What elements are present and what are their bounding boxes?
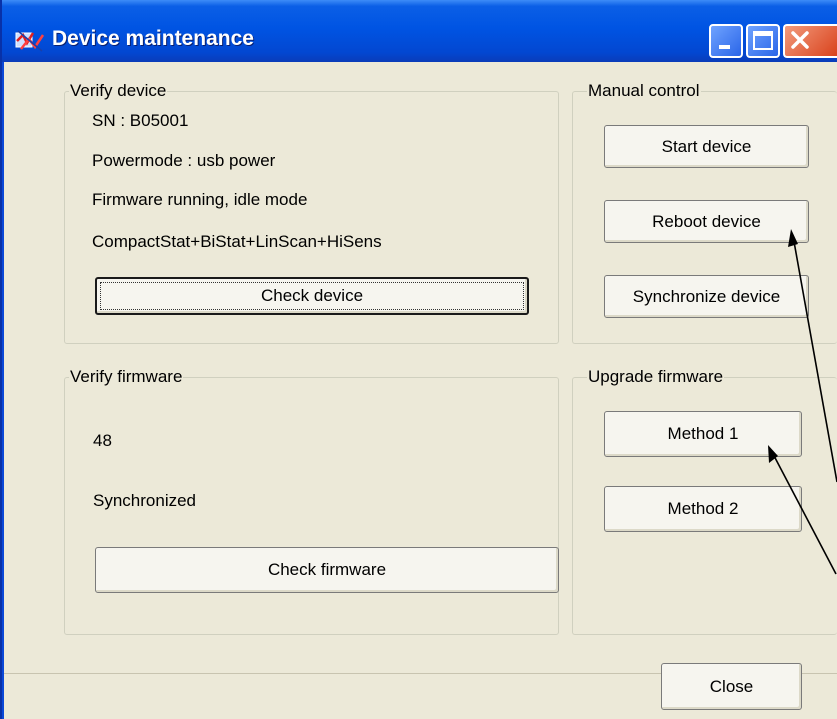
upgrade-firmware-group: Upgrade firmware Method 1 Method 2 [572,367,837,635]
close-button-label: Close [709,676,754,696]
verify-device-legend: Verify device [69,81,168,101]
reboot-device-button[interactable]: Reboot device [604,200,809,243]
method-2-button[interactable]: Method 2 [604,486,802,532]
firmware-version-label: 48 [93,431,112,450]
dialog-body: Verify device SN : B05001 Powermode : us… [4,62,837,719]
firmware-status-label: Synchronized [93,491,197,510]
check-device-button[interactable]: Check device [95,277,529,315]
close-window-button[interactable] [783,24,837,58]
close-button[interactable]: Close [661,663,802,710]
powermode-label: Powermode : usb power [92,151,276,170]
title-bar[interactable]: Device maintenance [2,0,837,62]
window-title: Device maintenance [52,27,254,50]
method-2-button-label: Method 2 [667,499,739,518]
maximize-icon [753,31,773,50]
manual-control-group: Manual control Start device Reboot devic… [572,81,837,344]
verify-firmware-legend: Verify firmware [69,367,184,387]
device-features-label: CompactStat+BiStat+LinScan+HiSens [92,232,382,251]
app-icon [15,30,45,52]
maximize-button[interactable] [746,24,780,58]
check-firmware-button[interactable]: Check firmware [95,547,559,593]
verify-device-group: Verify device SN : B05001 Powermode : us… [64,81,559,344]
synchronize-device-button-label: Synchronize device [632,286,781,306]
synchronize-device-button[interactable]: Synchronize device [604,275,809,318]
start-device-button[interactable]: Start device [604,125,809,168]
manual-control-legend: Manual control [587,81,701,101]
dialog-window: Device maintenance Verify device SN : B0… [0,0,837,719]
upgrade-firmware-legend: Upgrade firmware [587,367,725,387]
device-status-label: Firmware running, idle mode [92,190,308,209]
start-device-button-label: Start device [661,136,752,156]
focus-ring [100,282,524,310]
method-1-button[interactable]: Method 1 [604,411,802,457]
serial-number-label: SN : B05001 [92,111,189,130]
minimize-button[interactable] [709,24,743,58]
minimize-icon [719,45,730,49]
method-1-button-label: Method 1 [667,424,739,443]
reboot-device-button-label: Reboot device [652,211,761,231]
close-icon [791,31,809,49]
verify-firmware-group: Verify firmware 48 Synchronized Check fi… [64,367,559,635]
check-firmware-button-label: Check firmware [267,560,387,579]
